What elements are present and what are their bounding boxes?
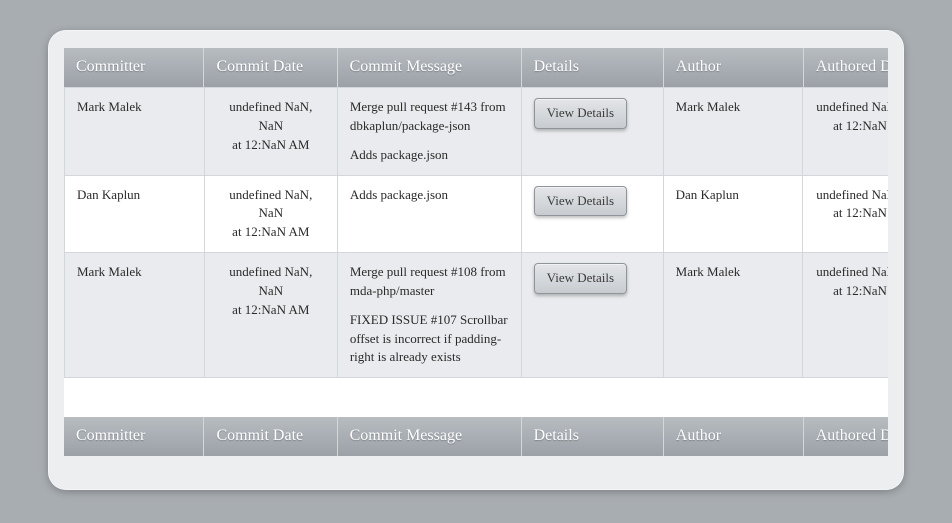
header-table: Committer Commit Date Commit Message Det… (64, 48, 888, 87)
author-cell: Dan Kaplun (663, 175, 803, 253)
authored-date-line2: at 12:NaN AM (833, 283, 888, 298)
author-cell: Mark Malek (663, 88, 803, 176)
commit-date-line2: at 12:NaN AM (232, 224, 309, 239)
col-header-commit-date[interactable]: Commit Date (204, 48, 337, 87)
authored-date-line1: undefined NaN, NaN (816, 99, 888, 114)
table-body-scroll[interactable]: Mark Malek undefined NaN, NaN at 12:NaN … (64, 87, 888, 417)
col-header-author[interactable]: Author (663, 48, 803, 87)
details-cell: View Details (521, 88, 663, 176)
commit-message-part1: Adds package.json (350, 186, 509, 205)
header-row: Committer Commit Date Commit Message Det… (64, 48, 888, 87)
view-details-button[interactable]: View Details (534, 98, 627, 129)
table-header-fixed: Committer Commit Date Commit Message Det… (64, 48, 888, 87)
authored-date-cell: undefined NaN, NaN at 12:NaN AM (803, 175, 888, 253)
col-header-authored-date[interactable]: Authored Date (803, 48, 888, 87)
details-cell: View Details (521, 253, 663, 378)
table-row: Mark Malek undefined NaN, NaN at 12:NaN … (65, 253, 889, 378)
col-footer-author[interactable]: Author (663, 417, 803, 456)
commit-message-part1: Merge pull request #143 from dbkaplun/pa… (350, 98, 509, 136)
footer-table: Committer Commit Date Commit Message Det… (64, 417, 888, 456)
table-panel: Committer Commit Date Commit Message Det… (48, 30, 904, 490)
authored-date-cell: undefined NaN, NaN at 12:NaN AM (803, 88, 888, 176)
commit-date-line1: undefined NaN, NaN (229, 187, 312, 221)
details-cell: View Details (521, 175, 663, 253)
col-footer-commit-message[interactable]: Commit Message (337, 417, 521, 456)
footer-row: Committer Commit Date Commit Message Det… (64, 417, 888, 456)
authored-date-line1: undefined NaN, NaN (816, 264, 888, 279)
commit-message-cell: Merge pull request #108 from mda-php/mas… (337, 253, 521, 378)
commit-date-cell: undefined NaN, NaN at 12:NaN AM (204, 175, 337, 253)
body-table: Mark Malek undefined NaN, NaN at 12:NaN … (64, 87, 888, 378)
table-wrap: Committer Commit Date Commit Message Det… (64, 48, 888, 474)
col-header-details[interactable]: Details (521, 48, 663, 87)
view-details-button[interactable]: View Details (534, 186, 627, 217)
commit-message-cell: Merge pull request #143 from dbkaplun/pa… (337, 88, 521, 176)
table-row: Mark Malek undefined NaN, NaN at 12:NaN … (65, 88, 889, 176)
col-footer-details[interactable]: Details (521, 417, 663, 456)
col-header-committer[interactable]: Committer (64, 48, 204, 87)
commit-message-part2: FIXED ISSUE #107 Scrollbar offset is inc… (350, 311, 509, 368)
col-footer-commit-date[interactable]: Commit Date (204, 417, 337, 456)
commit-message-cell: Adds package.json (337, 175, 521, 253)
col-footer-authored-date[interactable]: Authored Date (803, 417, 888, 456)
authored-date-line2: at 12:NaN AM (833, 205, 888, 220)
table-row: Dan Kaplun undefined NaN, NaN at 12:NaN … (65, 175, 889, 253)
committer-cell: Dan Kaplun (65, 175, 205, 253)
commit-date-cell: undefined NaN, NaN at 12:NaN AM (204, 88, 337, 176)
table-footer-fixed: Committer Commit Date Commit Message Det… (64, 417, 888, 456)
col-footer-committer[interactable]: Committer (64, 417, 204, 456)
author-cell: Mark Malek (663, 253, 803, 378)
commit-message-part1: Merge pull request #108 from mda-php/mas… (350, 263, 509, 301)
view-details-button[interactable]: View Details (534, 263, 627, 294)
commit-date-line2: at 12:NaN AM (232, 302, 309, 317)
committer-cell: Mark Malek (65, 253, 205, 378)
commit-date-line1: undefined NaN, NaN (229, 264, 312, 298)
commit-date-line2: at 12:NaN AM (232, 137, 309, 152)
commit-date-line1: undefined NaN, NaN (229, 99, 312, 133)
committer-cell: Mark Malek (65, 88, 205, 176)
commit-date-cell: undefined NaN, NaN at 12:NaN AM (204, 253, 337, 378)
col-header-commit-message[interactable]: Commit Message (337, 48, 521, 87)
authored-date-cell: undefined NaN, NaN at 12:NaN AM (803, 253, 888, 378)
authored-date-line2: at 12:NaN AM (833, 118, 888, 133)
commit-message-part2: Adds package.json (350, 146, 509, 165)
authored-date-line1: undefined NaN, NaN (816, 187, 888, 202)
